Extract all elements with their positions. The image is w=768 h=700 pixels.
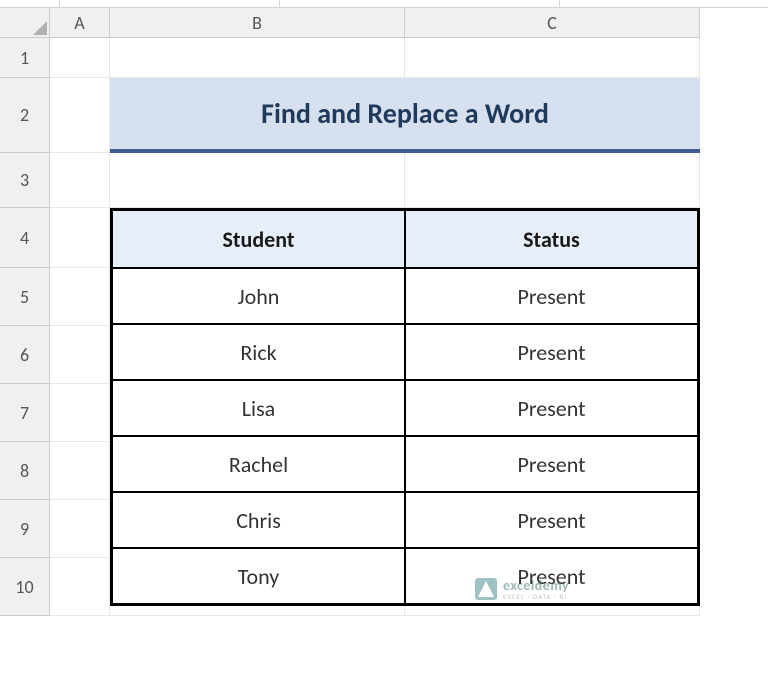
row-header-7[interactable]: 7 [0, 384, 50, 442]
title-text: Find and Replace a Word [261, 96, 549, 131]
table-cell[interactable]: Present [405, 492, 698, 548]
column-headers: ABC [50, 8, 700, 38]
cell-A10[interactable] [50, 558, 110, 616]
watermark-name: exceldemy [503, 579, 569, 593]
cell-C1[interactable] [405, 38, 700, 78]
cell-A8[interactable] [50, 442, 110, 500]
table-cell[interactable]: Lisa [112, 380, 405, 436]
cell-A9[interactable] [50, 500, 110, 558]
table-cell[interactable]: Rachel [112, 436, 405, 492]
row-header-4[interactable]: 4 [0, 208, 50, 268]
formula-segment [60, 0, 280, 7]
cell-A1[interactable] [50, 38, 110, 78]
cell-A4[interactable] [50, 208, 110, 268]
row-header-1[interactable]: 1 [0, 38, 50, 78]
table-cell[interactable]: Present [405, 268, 698, 324]
name-box-segment [0, 0, 60, 7]
row-header-10[interactable]: 10 [0, 558, 50, 616]
row-header-5[interactable]: 5 [0, 268, 50, 326]
table-header-status[interactable]: Status [405, 210, 698, 268]
column-header-a[interactable]: A [50, 8, 110, 38]
formula-segment [280, 0, 560, 7]
title-banner: Find and Replace a Word [110, 78, 700, 153]
table-cell[interactable]: Present [405, 436, 698, 492]
table-cell[interactable]: John [112, 268, 405, 324]
data-table: StudentStatusJohnPresentRickPresentLisaP… [110, 208, 700, 606]
column-header-b[interactable]: B [110, 8, 405, 38]
row-header-9[interactable]: 9 [0, 500, 50, 558]
table-cell[interactable]: Rick [112, 324, 405, 380]
row-header-6[interactable]: 6 [0, 326, 50, 384]
formula-bar [0, 0, 768, 8]
cell-A2[interactable] [50, 78, 110, 153]
table-cell[interactable]: Chris [112, 492, 405, 548]
cell-A3[interactable] [50, 153, 110, 208]
watermark-logo-icon [475, 578, 497, 600]
table-header-student[interactable]: Student [112, 210, 405, 268]
table-cell[interactable]: Present [405, 380, 698, 436]
watermark-text: exceldemy EXCEL · DATA · BI [503, 579, 569, 600]
cell-A7[interactable] [50, 384, 110, 442]
cell-A6[interactable] [50, 326, 110, 384]
row-headers: 12345678910 [0, 38, 50, 616]
row-header-8[interactable]: 8 [0, 442, 50, 500]
select-all-corner[interactable] [0, 8, 50, 38]
watermark: exceldemy EXCEL · DATA · BI [475, 578, 569, 600]
cell-A5[interactable] [50, 268, 110, 326]
table-cell[interactable]: Present [405, 324, 698, 380]
corner-triangle-icon [33, 21, 47, 35]
row-header-3[interactable]: 3 [0, 153, 50, 208]
cell-B3[interactable] [110, 153, 405, 208]
table-cell[interactable]: Tony [112, 548, 405, 604]
cell-B1[interactable] [110, 38, 405, 78]
cell-C3[interactable] [405, 153, 700, 208]
watermark-sub: EXCEL · DATA · BI [503, 593, 569, 600]
column-header-c[interactable]: C [405, 8, 700, 38]
row-header-2[interactable]: 2 [0, 78, 50, 153]
